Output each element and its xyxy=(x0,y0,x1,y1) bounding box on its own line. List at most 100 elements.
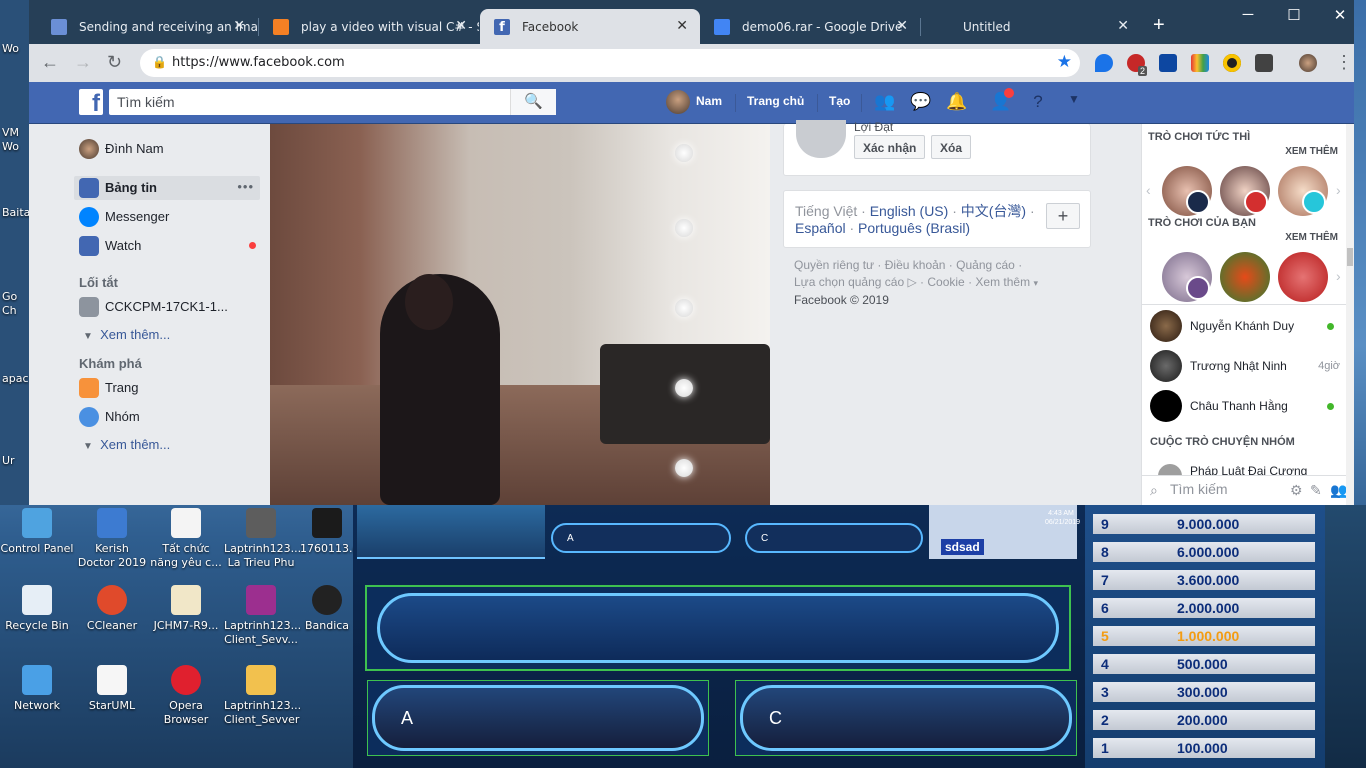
question-box xyxy=(365,585,1071,671)
group-chat-item[interactable]: Pháp Luật Đại Cương xyxy=(1150,458,1340,476)
language-link[interactable]: English (US) xyxy=(870,203,949,219)
friend-request-name[interactable]: Lợi Đạt xyxy=(854,120,893,134)
bookmark-star-icon[interactable]: ★ xyxy=(1057,52,1072,72)
footer-link[interactable]: Xem thêm xyxy=(975,275,1030,289)
back-button[interactable]: ← xyxy=(41,52,59,73)
close-icon[interactable]: ✕ xyxy=(455,18,467,34)
desktop-icon-bandicam[interactable]: Bandica xyxy=(300,585,354,633)
your-game-avatar[interactable] xyxy=(1220,252,1270,302)
desktop-icon-folder[interactable]: Laptrinh123... Client_Sevver xyxy=(224,665,301,727)
chevron-right-icon[interactable]: › xyxy=(1336,182,1341,198)
extension-se-icon[interactable] xyxy=(1255,54,1273,72)
footer-link[interactable]: Điều khoản xyxy=(885,258,946,272)
close-icon[interactable]: ✕ xyxy=(896,18,908,34)
language-link[interactable]: Português (Brasil) xyxy=(858,220,970,236)
prize-ladder: 9 9.000.000 8 6.000.000 7 3.600.000 6 2.000.… xyxy=(1085,505,1325,768)
minimize-button[interactable]: ─ xyxy=(1233,6,1263,23)
desktop-icon-document[interactable]: Tất chức năng yêu c... xyxy=(149,508,223,570)
desktop-icon-winrar[interactable]: Laptrinh123... Client_Sevv... xyxy=(224,585,301,647)
friend-request-avatar[interactable] xyxy=(796,120,846,158)
reload-button[interactable]: ↻ xyxy=(107,52,122,73)
facebook-logo-icon[interactable]: f xyxy=(79,89,103,117)
compose-icon[interactable]: ✎ xyxy=(1310,482,1322,499)
nav-home-link[interactable]: Trang chủ xyxy=(747,94,804,108)
gear-icon[interactable]: ⚙ xyxy=(1290,482,1303,499)
group-icon xyxy=(79,297,99,317)
footer-link[interactable]: Quảng cáo xyxy=(956,258,1015,272)
new-group-icon[interactable]: 👥 xyxy=(1330,482,1347,499)
desktop-icon-opera[interactable]: Opera Browser xyxy=(149,665,223,727)
help-question-icon[interactable]: ? xyxy=(1027,92,1049,112)
tab-untitled[interactable]: Untitled ✕ xyxy=(921,9,1141,44)
desktop-icon-network[interactable]: Network xyxy=(0,665,74,713)
add-language-button[interactable]: + xyxy=(1046,203,1080,229)
answer-a[interactable]: A xyxy=(367,680,709,756)
profile-avatar-icon[interactable] xyxy=(1299,54,1317,72)
close-icon[interactable]: ✕ xyxy=(676,18,688,34)
messenger-icon[interactable]: 💬 xyxy=(910,92,932,112)
extension-water-icon[interactable] xyxy=(1095,54,1113,72)
desktop-icon-label: Kerish Doctor 2019 xyxy=(77,542,147,569)
desktop-icon-recycle-bin[interactable]: Recycle Bin xyxy=(0,585,74,633)
footer-link[interactable]: Cookie xyxy=(927,275,964,289)
your-game-avatar[interactable] xyxy=(1278,252,1328,302)
answer-c[interactable]: C xyxy=(735,680,1077,756)
more-options-icon[interactable]: ••• xyxy=(237,179,254,194)
extension-j-icon[interactable] xyxy=(1159,54,1177,72)
friend-requests-icon[interactable]: 👥 xyxy=(874,92,896,112)
tab-google-drive[interactable]: demo06.rar - Google Drive ✕ xyxy=(700,9,920,44)
desktop-icon-document-2[interactable]: JCHM7-R9... xyxy=(149,585,223,633)
chat-search-input[interactable] xyxy=(1170,481,1270,497)
scrollbar-thumb[interactable] xyxy=(1347,248,1353,266)
desktop-icon-ccleaner[interactable]: CCleaner xyxy=(75,585,149,633)
copyright: Facebook © 2019 xyxy=(794,293,889,307)
tab-sending-receiving[interactable]: Sending and receiving an ima ✕ xyxy=(37,9,257,44)
tab-play-video[interactable]: play a video with visual C# - S ✕ xyxy=(259,9,479,44)
avatar xyxy=(1150,310,1182,342)
extension-circle-icon[interactable] xyxy=(1223,54,1241,72)
shortcuts-see-more[interactable]: ▼ Xem thêm... xyxy=(83,327,170,342)
language-link[interactable]: Español xyxy=(795,220,846,236)
new-tab-button[interactable]: + xyxy=(1153,14,1165,37)
facebook-search-input[interactable] xyxy=(117,90,517,114)
nav-profile-link[interactable]: Nam xyxy=(696,94,722,108)
left-nav-news-feed[interactable]: Bảng tin ••• xyxy=(74,176,260,200)
chevron-left-icon[interactable]: ‹ xyxy=(1146,182,1151,198)
tab-facebook[interactable]: f Facebook ✕ xyxy=(480,9,700,44)
notifications-bell-icon[interactable]: 🔔 xyxy=(946,92,968,112)
close-icon[interactable]: ✕ xyxy=(1117,18,1129,34)
footer-link[interactable]: Lựa chọn quảng cáo xyxy=(794,275,904,289)
page-scrollbar[interactable] xyxy=(1346,124,1354,505)
left-nav-watch[interactable]: Watch xyxy=(79,234,259,258)
confirm-button[interactable]: Xác nhận xyxy=(854,135,926,159)
contact-item[interactable]: Châu Thanh Hằng xyxy=(1150,390,1340,424)
footer-link[interactable]: Quyền riêng tư xyxy=(794,258,874,272)
search-icon[interactable]: 🔍 xyxy=(510,89,556,115)
close-icon[interactable]: ✕ xyxy=(233,18,245,34)
desktop-icon-label: 1760113.c xyxy=(300,542,354,555)
instant-games-see-more[interactable]: XEM THÊM xyxy=(1285,146,1338,157)
forward-button[interactable]: → xyxy=(74,52,92,73)
delete-button[interactable]: Xóa xyxy=(931,135,972,159)
menu-kebab-icon[interactable]: ⋮ xyxy=(1335,52,1353,73)
contact-item[interactable]: Trương Nhật Ninh 4giờ xyxy=(1150,350,1340,384)
explore-see-more[interactable]: ▼ Xem thêm... xyxy=(83,437,170,452)
extension-colorpicker-icon[interactable] xyxy=(1191,54,1209,72)
close-window-button[interactable]: ✕ xyxy=(1325,6,1355,24)
desktop-icon-file[interactable]: 1760113.c xyxy=(300,508,354,556)
maximize-button[interactable]: ☐ xyxy=(1279,6,1309,24)
account-dropdown-icon[interactable]: ▼ xyxy=(1063,92,1085,106)
url-text: https://www.facebook.com xyxy=(172,55,345,70)
desktop-icon-control-panel[interactable]: Control Panel xyxy=(0,508,74,556)
your-games-see-more[interactable]: XEM THÊM xyxy=(1285,232,1338,243)
feed-photo[interactable] xyxy=(270,124,770,505)
contact-item[interactable]: Nguyễn Khánh Duy xyxy=(1150,310,1340,344)
chevron-right-icon[interactable]: › xyxy=(1336,268,1341,284)
desktop-icon-staruml[interactable]: StarUML xyxy=(75,665,149,713)
nav-create-link[interactable]: Tạo xyxy=(829,94,850,108)
language-link[interactable]: 中文(台灣) xyxy=(961,203,1026,219)
address-bar[interactable]: 🔒 https://www.facebook.com ★ xyxy=(140,49,1080,77)
desktop-icon-kerish-doctor[interactable]: Kerish Doctor 2019 xyxy=(75,508,149,570)
desktop-icon-archive[interactable]: Laptrinh123... La Trieu Phu xyxy=(224,508,301,570)
user-avatar[interactable] xyxy=(666,90,690,114)
